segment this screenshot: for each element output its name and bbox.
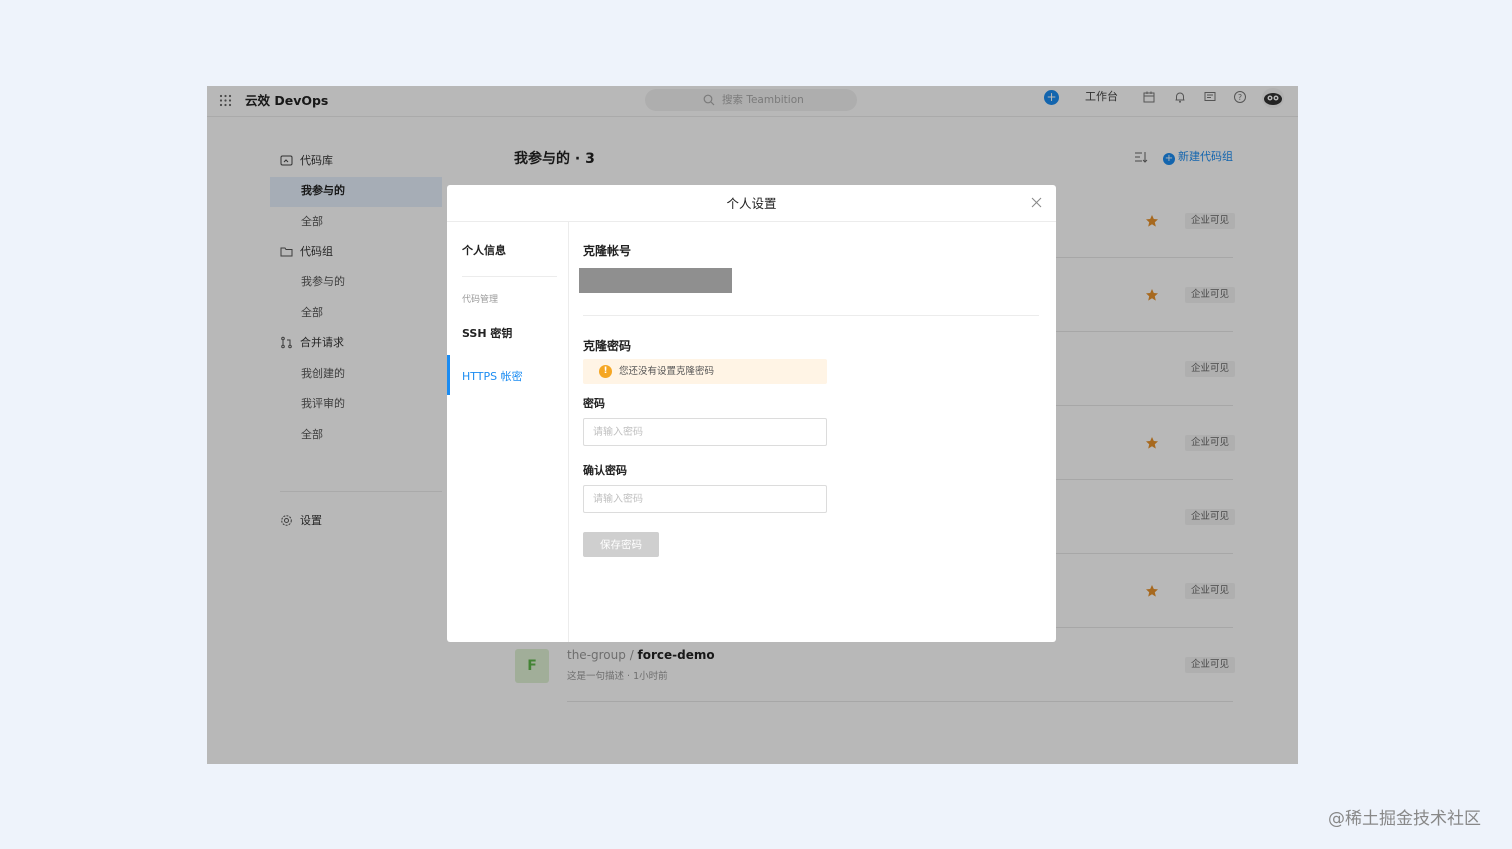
confirm-password-field[interactable] (583, 485, 827, 513)
nav-group-label: 代码管理 (462, 295, 499, 305)
password-label: 密码 (583, 397, 605, 410)
nav-divider (462, 276, 557, 277)
nav-https-credentials[interactable]: HTTPS 帐密 (462, 368, 523, 384)
dialog-body: 克隆帐号 克隆密码 ! 您还没有设置克隆密码 密码 确认密码 保存密码 (569, 222, 1056, 642)
clone-account-title: 克隆帐号 (583, 244, 632, 258)
nav-profile[interactable]: 个人信息 (462, 242, 506, 258)
password-field[interactable] (583, 418, 827, 446)
confirm-password-label: 确认密码 (583, 464, 627, 477)
nav-ssh-keys[interactable]: SSH 密钥 (462, 325, 512, 341)
personal-settings-dialog: 个人设置 个人信息 代码管理 SSH 密钥 HTTPS 帐密 克隆帐号 克隆密码… (447, 185, 1056, 642)
section-divider (583, 315, 1039, 316)
alert-text: 您还没有设置克隆密码 (619, 366, 715, 377)
warning-icon: ! (599, 365, 612, 378)
dialog-title: 个人设置 (726, 196, 777, 211)
nav-active-indicator (447, 355, 450, 395)
clone-password-title: 克隆密码 (583, 339, 632, 353)
dialog-header: 个人设置 (447, 185, 1056, 222)
clone-account-value-masked (579, 268, 732, 293)
dialog-nav: 个人信息 代码管理 SSH 密钥 HTTPS 帐密 (447, 222, 569, 642)
save-password-button[interactable]: 保存密码 (583, 532, 659, 557)
no-password-alert: ! 您还没有设置克隆密码 (583, 359, 827, 384)
close-icon[interactable] (1031, 197, 1042, 208)
watermark: @稀土掘金技术社区 (1328, 809, 1481, 829)
